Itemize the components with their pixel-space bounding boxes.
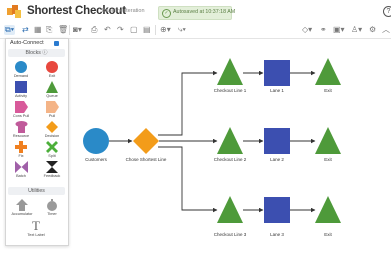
node-lane-2[interactable] (264, 128, 290, 154)
label-exit-2: Exit (324, 157, 332, 162)
node-lane-1[interactable] (264, 60, 290, 86)
label-customers: Customers (85, 157, 107, 162)
node-exit-3[interactable] (315, 196, 341, 223)
node-choose-shortest-line[interactable] (133, 128, 159, 154)
label-lane-2: Lane 2 (270, 157, 284, 162)
label-choose-shortest-line: Chose Shortest Line (125, 157, 167, 162)
label-lane-1: Lane 1 (270, 88, 284, 93)
node-exit-1[interactable] (315, 58, 341, 85)
label-checkout-line-3: Checkout Line 3 (213, 232, 247, 237)
node-customers[interactable] (83, 128, 109, 154)
label-lane-3: Lane 3 (270, 232, 284, 237)
label-checkout-line-2: Checkout Line 2 (213, 157, 247, 162)
node-lane-3[interactable] (264, 197, 290, 223)
node-checkout-line-3[interactable] (217, 196, 243, 223)
node-checkout-line-2[interactable] (217, 127, 243, 154)
label-exit-3: Exit (324, 232, 332, 237)
node-checkout-line-1[interactable] (217, 58, 243, 85)
label-checkout-line-1: Checkout Line 1 (213, 88, 247, 93)
node-exit-2[interactable] (315, 127, 341, 154)
canvas[interactable] (0, 0, 391, 258)
label-exit-1: Exit (324, 88, 332, 93)
